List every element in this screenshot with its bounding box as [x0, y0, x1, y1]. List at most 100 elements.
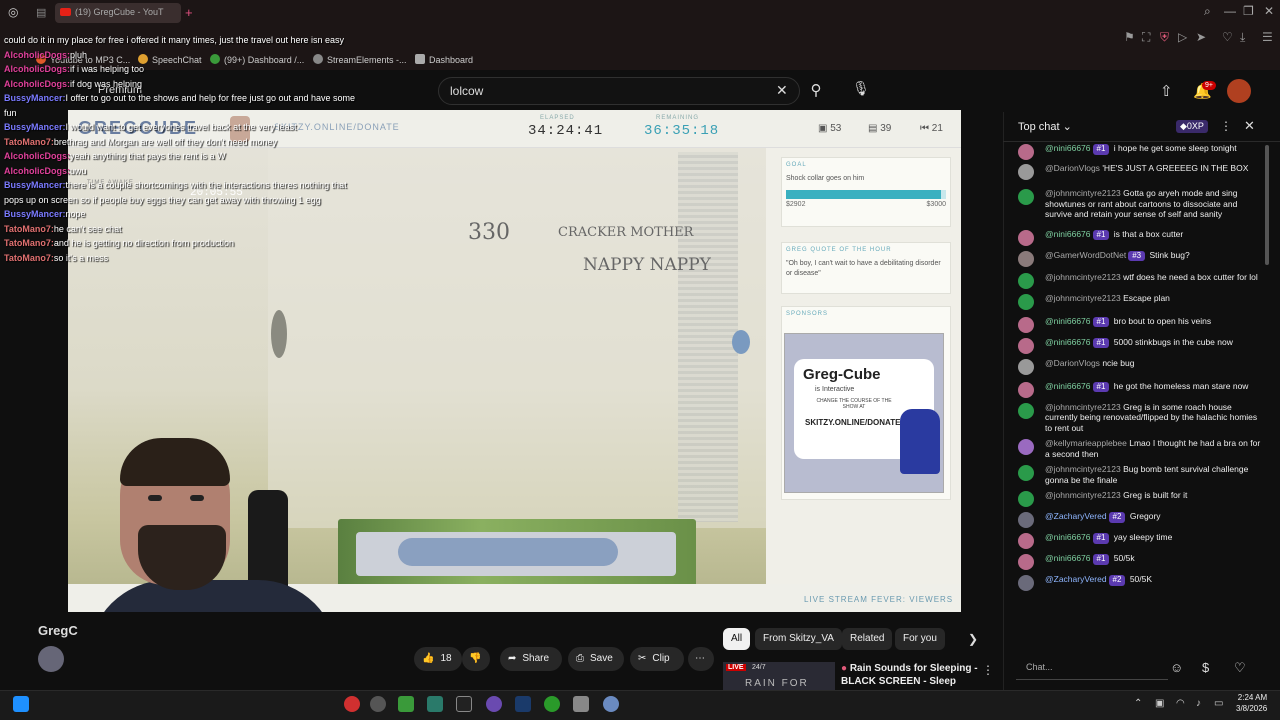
heart-react-icon[interactable]: ♡ [1234, 660, 1246, 676]
minimize-button[interactable]: — [1224, 4, 1236, 18]
app-taskbar-icon[interactable] [456, 696, 472, 712]
tab-grid-icon[interactable]: ▤ [36, 6, 46, 19]
xp-badge[interactable]: ◆0XP [1176, 120, 1208, 133]
heart-icon[interactable]: ♡ [1222, 30, 1233, 44]
chat-username[interactable]: @nini66676 [1045, 337, 1091, 347]
app-taskbar-icon[interactable] [573, 696, 589, 712]
chat-message[interactable]: @nini66676 #1 he got the homeless man sta… [1016, 381, 1264, 398]
battery-icon[interactable]: ▭ [1214, 698, 1223, 709]
chat-avatar[interactable] [1018, 144, 1034, 160]
chat-avatar[interactable] [1018, 358, 1034, 375]
volume-icon[interactable]: ♪ [1196, 698, 1201, 709]
chip-related[interactable]: Related [842, 628, 893, 650]
chat-avatar[interactable] [1018, 554, 1034, 570]
steam-taskbar-icon[interactable] [515, 696, 531, 712]
chat-avatar[interactable] [1018, 316, 1034, 333]
browser-tab-active[interactable]: (19) GregCube - YouT [55, 3, 181, 23]
chat-message[interactable]: @nini66676 #1 i hope he get some sleep to… [1016, 143, 1264, 160]
app-taskbar-icon[interactable] [603, 696, 619, 712]
chat-username[interactable]: @johnmcintyre2123 [1045, 402, 1121, 412]
dislike-button[interactable]: 👎 [462, 647, 490, 671]
like-button[interactable]: 👍 18 [414, 647, 462, 671]
chat-message[interactable]: @johnmcintyre2123 Gotta go aryeh mode an… [1016, 188, 1264, 220]
microphone-icon[interactable]: 🎙 [848, 80, 874, 102]
chat-message[interactable]: @DarionVlogs ncie bug [1016, 358, 1264, 375]
menu-icon[interactable]: ☰ [1262, 30, 1273, 44]
chat-message[interactable]: @johnmcintyre2123 Greg is built for it [1016, 490, 1264, 507]
tray-app-icon[interactable]: ▣ [1155, 698, 1164, 709]
chat-username[interactable]: @johnmcintyre2123 [1045, 490, 1121, 500]
bookmark-icon[interactable]: ⚑ [1124, 30, 1135, 44]
chat-message[interactable]: @ZacharyVered #2 50/5K [1016, 574, 1264, 591]
account-avatar[interactable] [1227, 79, 1251, 103]
chat-username[interactable]: @ZacharyVered [1045, 574, 1107, 584]
upload-icon[interactable]: ⇧ [1160, 82, 1173, 100]
close-window-button[interactable]: ✕ [1264, 4, 1274, 18]
chevron-right-icon[interactable]: ❯ [968, 632, 978, 646]
chat-message[interactable]: @nini66676 #1 5000 stinkbugs in the cube … [1016, 337, 1264, 354]
clear-search-icon[interactable]: ✕ [776, 82, 788, 99]
chat-username[interactable]: @ZacharyVered [1045, 511, 1107, 521]
chat-message[interactable]: @johnmcintyre2123 Bug bomb tent survival… [1016, 464, 1264, 485]
chat-avatar[interactable] [1018, 439, 1034, 455]
chat-avatar[interactable] [1018, 575, 1034, 591]
bookmark-item[interactable]: Dashboard [415, 54, 473, 65]
channel-name[interactable]: GregC [38, 623, 78, 638]
chat-username[interactable]: @nini66676 [1045, 229, 1091, 239]
browser-logo-icon[interactable]: ◎ [8, 5, 18, 19]
chat-username[interactable]: @GamerWordDotNet [1045, 250, 1126, 260]
chat-username[interactable]: @johnmcintyre2123 [1045, 293, 1121, 303]
chat-avatar[interactable] [1018, 250, 1034, 267]
chat-username[interactable]: @DarionVlogs [1045, 163, 1100, 173]
search-input[interactable]: lolcow [438, 77, 800, 105]
chat-avatar[interactable] [1018, 381, 1034, 398]
chat-username[interactable]: @nini66676 [1045, 316, 1091, 326]
chat-username[interactable]: @nini66676 [1045, 553, 1091, 563]
chat-message[interactable]: @nini66676 #1 bro bout to open his veins [1016, 316, 1264, 333]
share-button[interactable]: ➦ Share [500, 647, 562, 671]
chat-message[interactable]: @johnmcintyre2123 Greg is in some roach … [1016, 402, 1264, 434]
start-menu-icon[interactable] [13, 696, 29, 712]
chat-username[interactable]: @DarionVlogs [1045, 358, 1100, 368]
taskbar-clock[interactable]: 2:24 AM 3/8/2026 [1236, 692, 1267, 714]
wifi-icon[interactable]: ◠ [1176, 698, 1185, 709]
chat-message[interactable]: @nini66676 #1 50/5k [1016, 553, 1264, 570]
chip-from-channel[interactable]: From Skitzy_VA [755, 628, 842, 650]
search-icon[interactable]: ⌕ [1204, 4, 1211, 19]
play-icon[interactable]: ▷ [1178, 30, 1187, 44]
shield-icon[interactable]: ⛨ [1160, 30, 1169, 45]
channel-avatar[interactable] [38, 646, 64, 672]
emoji-icon[interactable]: ☺ [1170, 660, 1183, 675]
chat-message[interactable]: @DarionVlogs 'HE'S JUST A GREEEEG IN THE… [1016, 163, 1264, 180]
clip-button[interactable]: ✂ Clip [630, 647, 684, 671]
chat-avatar[interactable] [1018, 491, 1034, 507]
chat-avatar[interactable] [1018, 465, 1034, 481]
chat-avatar[interactable] [1018, 272, 1034, 289]
chat-scrollbar[interactable] [1265, 145, 1269, 265]
more-options-icon[interactable]: ⋮ [982, 663, 994, 677]
chat-avatar[interactable] [1018, 164, 1034, 180]
chat-message[interactable]: @johnmcintyre2123 wtf does he need a box… [1016, 272, 1264, 289]
chat-avatar[interactable] [1018, 512, 1034, 528]
chat-avatar[interactable] [1018, 293, 1034, 310]
download-icon[interactable]: ⤓ [1240, 30, 1245, 45]
chat-username[interactable]: @nini66676 [1045, 381, 1091, 391]
chip-all[interactable]: All [723, 628, 751, 650]
chat-avatar[interactable] [1018, 533, 1034, 549]
chat-message[interactable]: @GamerWordDotNet #3 Stink bug? [1016, 250, 1264, 267]
chat-message[interactable]: @ZacharyVered #2 Gregory [1016, 511, 1264, 528]
chat-username[interactable]: @kellymarieapplebee [1045, 438, 1127, 448]
chat-username[interactable]: @nini66676 [1045, 143, 1091, 153]
close-chat-icon[interactable]: ✕ [1244, 118, 1255, 134]
send-icon[interactable]: ➤ [1196, 30, 1206, 44]
chat-avatar[interactable] [1018, 229, 1034, 246]
chat-avatar[interactable] [1018, 337, 1034, 354]
chat-mode-selector[interactable]: Top chat ⌄ [1018, 120, 1072, 133]
chip-for-you[interactable]: For you [895, 628, 945, 650]
chat-username[interactable]: @nini66676 [1045, 532, 1091, 542]
xbox-taskbar-icon[interactable] [544, 696, 560, 712]
chat-avatar[interactable] [1018, 402, 1034, 419]
chat-message[interactable]: @nini66676 #1 is that a box cutter [1016, 229, 1264, 246]
more-actions-button[interactable]: ⋯ [688, 647, 714, 671]
super-chat-icon[interactable]: $ [1202, 660, 1209, 675]
